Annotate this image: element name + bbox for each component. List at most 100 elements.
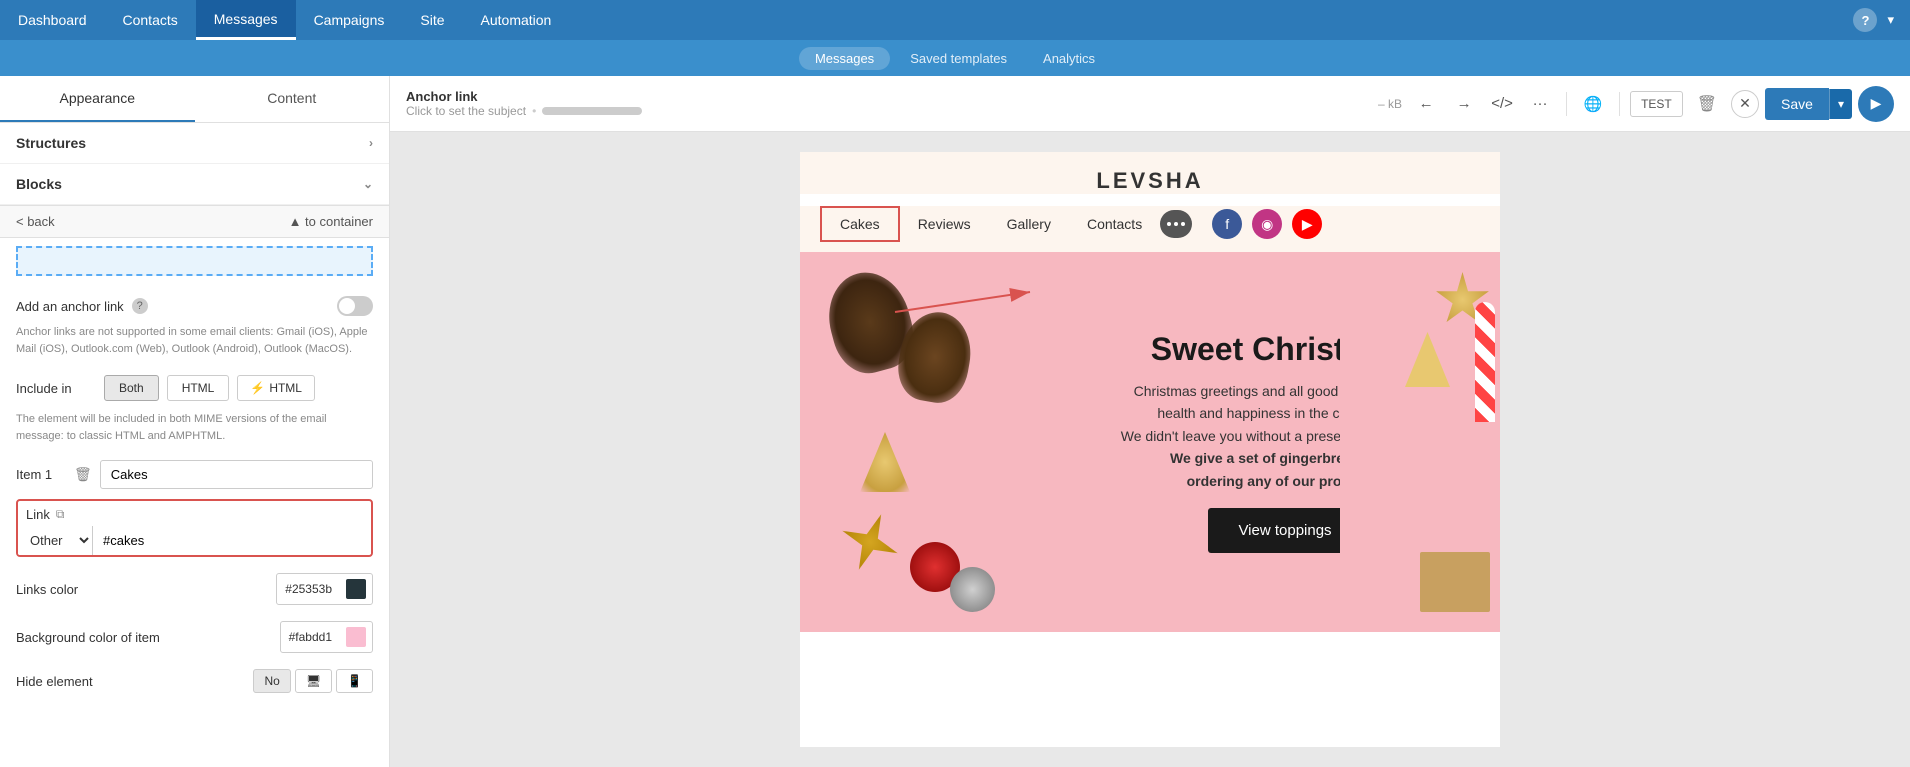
nav-item-dashboard[interactable]: Dashboard [0,0,105,40]
item1-label: Item 1 [16,467,66,482]
anchor-toggle[interactable] [337,296,373,316]
links-color-swatch[interactable]: #25353b [276,573,373,605]
links-color-indicator [346,579,366,599]
item1-delete-icon[interactable]: 🗑 [74,466,92,483]
nav-item-site[interactable]: Site [402,0,462,40]
hero-cta-button[interactable]: View toppings [1208,508,1361,553]
email-subtitle-text: Click to set the subject [406,104,526,118]
link-value-input[interactable] [93,527,371,554]
item1-row: Item 1 🗑 [0,454,389,495]
to-container-button[interactable]: ▲ to container [289,214,373,229]
bg-color-hex: #fabdd1 [281,625,340,649]
dot2 [1174,222,1178,226]
toolbar-separator [1566,92,1567,116]
nav-item-contacts[interactable]: Contacts [1069,208,1160,240]
user-dropdown[interactable]: ▾ [1887,12,1894,28]
undo-button[interactable]: ← [1410,88,1442,120]
include-html-button[interactable]: HTML [167,375,230,401]
left-panel: Appearance Content Structures › Blocks ⌄… [0,76,390,767]
bg-color-label: Background color of item [16,630,280,645]
tab-content[interactable]: Content [195,76,390,122]
sub-navigation: Messages Saved templates Analytics [0,40,1910,76]
email-nav: Cakes Reviews Gallery Contacts [820,206,1192,242]
redo-button[interactable]: → [1448,88,1480,120]
save-button[interactable]: Save [1765,88,1829,120]
hero-bg [800,252,1080,632]
hide-no-button[interactable]: No [253,669,290,693]
blocks-header[interactable]: Blocks ⌄ [0,164,389,205]
include-amp-button[interactable]: ⚡ HTML [237,375,315,401]
help-button[interactable]: ? [1853,8,1877,32]
link-copy-icon[interactable]: ⧉ [56,507,65,522]
preview-button[interactable]: ▶ [1858,86,1894,122]
close-button[interactable]: ✕ [1731,90,1759,118]
blocks-section: Blocks ⌄ [0,164,389,206]
include-in-label: Include in [16,381,96,396]
globe-button[interactable]: 🌐 [1577,88,1609,120]
email-subtitle[interactable]: Click to set the subject • [406,104,1370,118]
subnav-messages[interactable]: Messages [799,47,890,70]
nav-item-automation[interactable]: Automation [463,0,570,40]
anchor-help-icon[interactable]: ? [132,298,148,314]
social-icons: f ◉ ▶ [1212,209,1322,239]
link-label-text: Link [26,507,50,522]
blocks-label: Blocks [16,176,62,192]
link-type-select[interactable]: Other URL Email Phone [18,526,93,555]
nav-item-gallery[interactable]: Gallery [989,208,1069,240]
include-in-row: Include in Both HTML ⚡ HTML [0,367,389,409]
include-both-button[interactable]: Both [104,375,159,401]
toolbar-icons: ← → </> ··· 🌐 TEST 🗑 ✕ Save ▾ ▶ [1410,86,1894,122]
tab-appearance[interactable]: Appearance [0,76,195,122]
email-header: LEVSHA [800,152,1500,194]
selected-block-indicator [16,246,373,276]
more-options-button[interactable]: ··· [1524,88,1556,120]
instagram-icon[interactable]: ◉ [1252,209,1282,239]
amp-label: HTML [269,381,302,395]
structures-label: Structures [16,135,86,151]
nav-item-campaigns[interactable]: Campaigns [296,0,403,40]
preview-canvas: LEVSHA Cakes Reviews Gallery Contacts [390,132,1910,767]
test-button[interactable]: TEST [1630,91,1683,117]
bg-color-swatch[interactable]: #fabdd1 [280,621,373,653]
panel-tabs: Appearance Content [0,76,389,123]
nav-item-cakes[interactable]: Cakes [820,206,900,242]
anchor-link-label: Add an anchor link [16,299,124,314]
editor-toolbar: Anchor link Click to set the subject • –… [390,76,1910,132]
facebook-icon[interactable]: f [1212,209,1242,239]
right-area: Anchor link Click to set the subject • –… [390,76,1910,767]
youtube-icon[interactable]: ▶ [1292,209,1322,239]
dot3 [1181,222,1185,226]
item1-input[interactable] [100,460,373,489]
nav-more-dots[interactable] [1160,210,1192,238]
save-dropdown-button[interactable]: ▾ [1829,89,1852,119]
bg-color-indicator [346,627,366,647]
nav-item-contacts[interactable]: Contacts [105,0,196,40]
subnav-saved-templates[interactable]: Saved templates [894,47,1023,70]
blocks-chevron: ⌄ [363,177,373,191]
hide-element-buttons: No 🖥 📱 [253,669,373,693]
subnav-analytics[interactable]: Analytics [1027,47,1111,70]
links-color-hex: #25353b [277,577,340,601]
code-button[interactable]: </> [1486,88,1518,120]
link-label-row: Link ⧉ [18,501,371,526]
hide-element-row: Hide element No 🖥 📱 [0,661,389,701]
link-inputs-row: Other URL Email Phone [18,526,371,555]
nav-item-reviews[interactable]: Reviews [900,208,989,240]
structures-section[interactable]: Structures › [0,123,389,164]
links-color-row: Links color #25353b [0,565,389,613]
hide-desktop-button[interactable]: 🖥 [295,669,332,693]
nav-item-messages[interactable]: Messages [196,0,296,40]
dot1 [1167,222,1171,226]
hide-element-label: Hide element [16,674,253,689]
toggle-knob [339,298,355,314]
cookie-tree [860,432,910,492]
snowflake-gold [831,503,909,581]
delete-button[interactable]: 🗑 [1689,94,1725,114]
lightning-icon: ⚡ [250,381,265,395]
back-button[interactable]: < back [16,214,55,229]
hide-mobile-button[interactable]: 📱 [336,669,373,693]
nav-bar: < back ▲ to container [0,206,389,238]
hero-right-decorations [1340,252,1500,632]
hero-image-left [800,252,1080,632]
email-hero: Sweet Christmas! Christmas greetings and… [800,252,1500,632]
